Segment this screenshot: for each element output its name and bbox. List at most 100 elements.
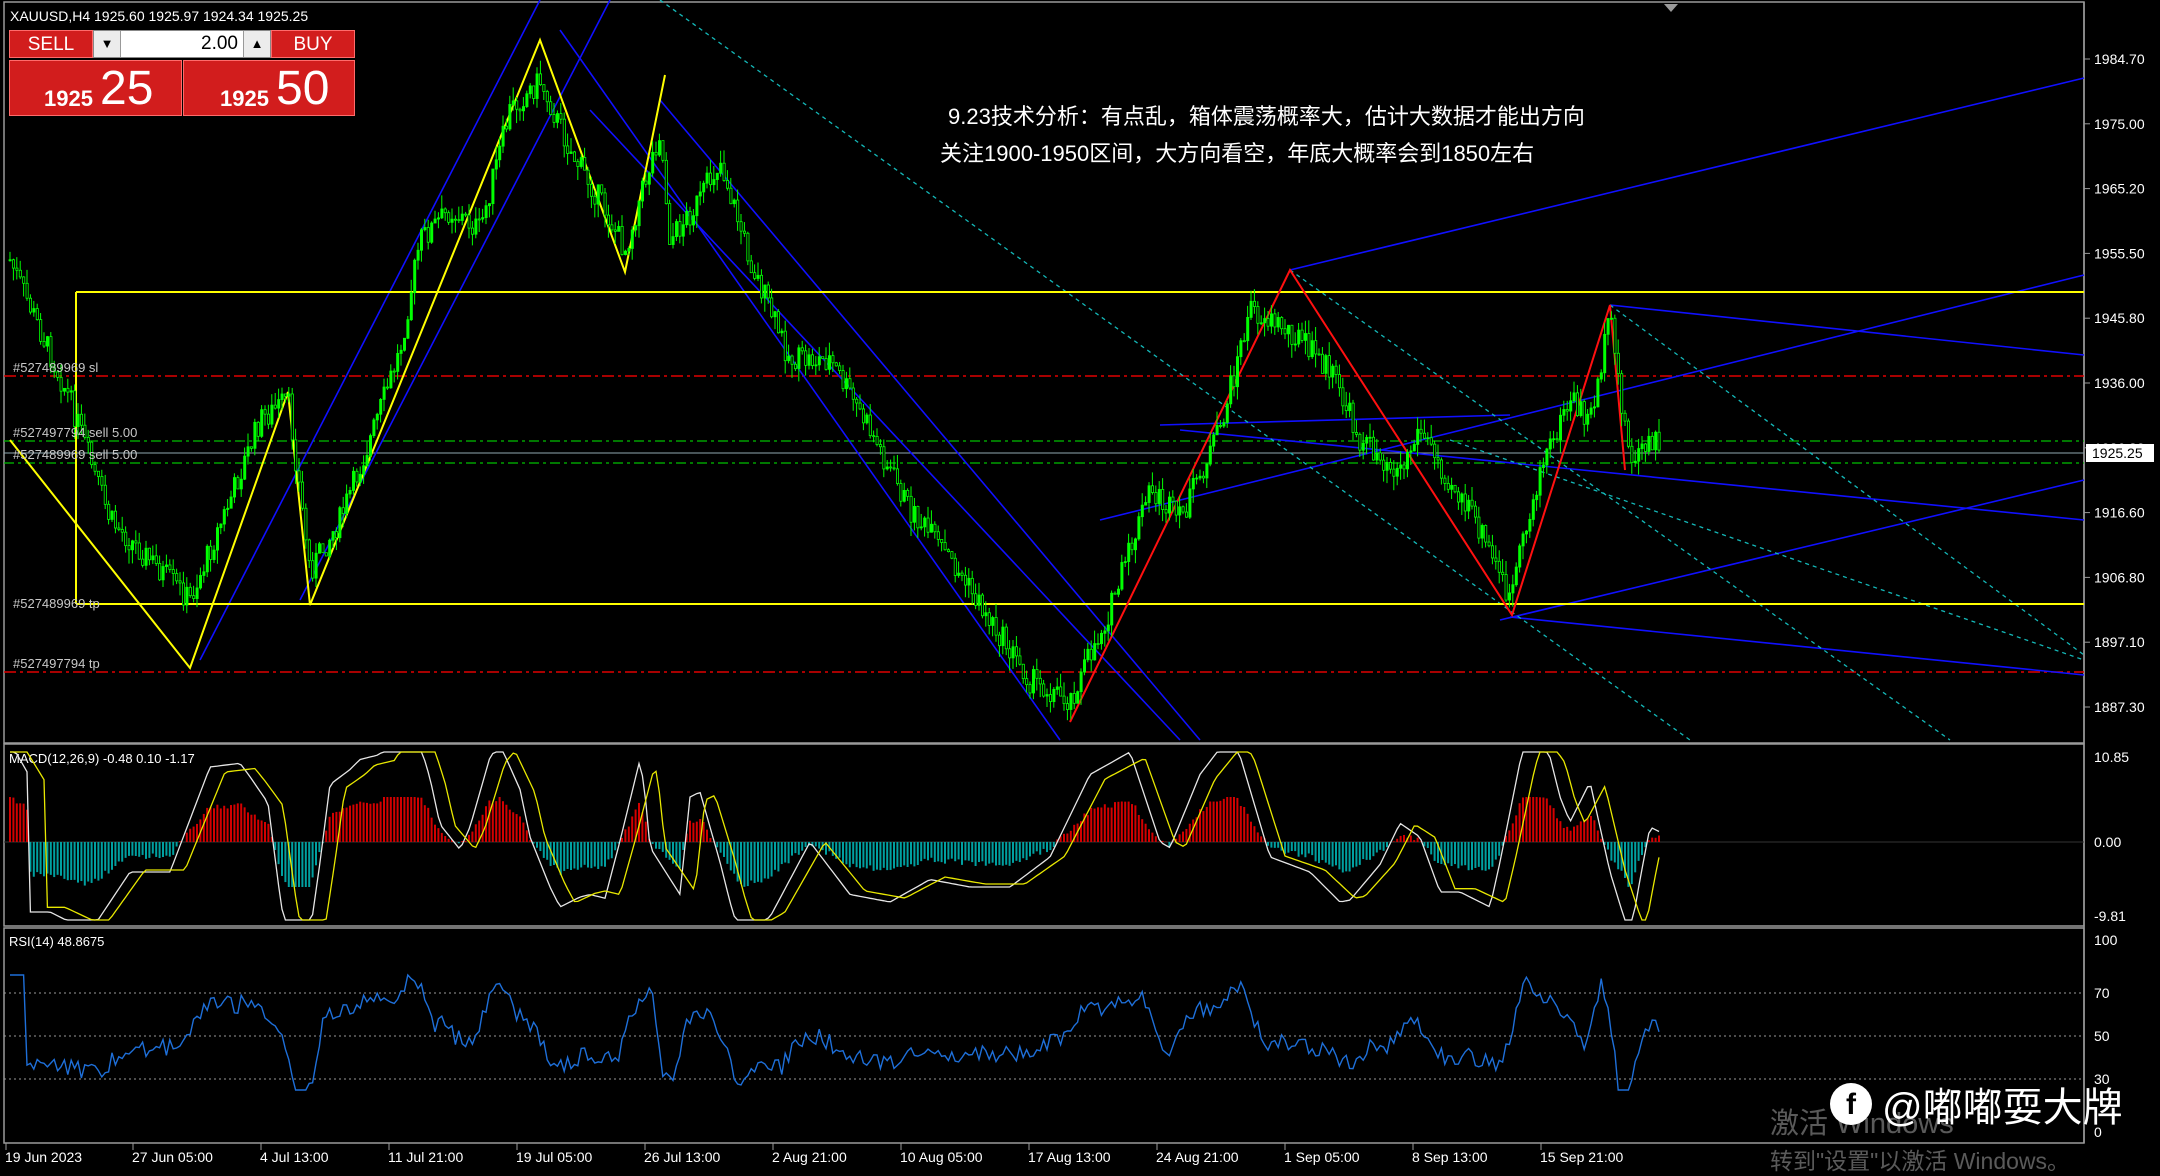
time-tick-label: 4 Jul 13:00 (260, 1149, 329, 1165)
candle-body (916, 506, 920, 529)
candle-body (491, 168, 495, 205)
candle-body (134, 540, 138, 544)
candle-body (1423, 432, 1427, 439)
candle-body (372, 419, 376, 437)
candle-body (1514, 566, 1518, 586)
candle-body (726, 180, 730, 189)
candle-body (647, 172, 651, 185)
lot-increase-icon[interactable]: ▲ (243, 31, 270, 57)
candle-body (1361, 442, 1365, 451)
candle-body (464, 213, 468, 216)
candle-body (1494, 557, 1498, 562)
sell-price-button[interactable]: 1925 25 (9, 60, 182, 116)
candle-body (794, 363, 798, 370)
candle-body (539, 73, 543, 86)
candle-body (80, 413, 84, 426)
candle-body (1324, 355, 1328, 374)
candle-body (39, 319, 43, 342)
candle-body (545, 91, 549, 103)
candle-body (470, 227, 474, 235)
candle-body (1229, 375, 1233, 405)
candle-body (1334, 365, 1338, 375)
candle-body (1263, 318, 1267, 324)
candle-body (607, 214, 611, 226)
candle-body (777, 311, 781, 334)
candle-body (239, 478, 243, 490)
candle-body (63, 387, 67, 392)
time-tick-label: 1 Sep 05:00 (1284, 1149, 1360, 1165)
candle-body (1637, 448, 1641, 462)
time-tick-label: 19 Jul 05:00 (516, 1149, 592, 1165)
lot-size-stepper[interactable]: ▼ 2.00 ▲ (93, 30, 271, 58)
candle-body (154, 555, 158, 564)
chart-canvas[interactable]: #527489969 sl #527497794 sell 5.00 #5274… (0, 0, 2160, 1170)
candle-body (1525, 530, 1529, 535)
candle-body (270, 404, 274, 425)
candle-body (1215, 425, 1219, 436)
candle-body (1419, 428, 1423, 434)
candle-body (688, 210, 692, 226)
candle-body (834, 362, 838, 367)
price-tick-label: 1984.70 (2094, 51, 2145, 67)
time-tick-label: 11 Jul 21:00 (388, 1149, 463, 1165)
candle-body (59, 376, 63, 392)
price-tick-label: 1955.50 (2094, 245, 2145, 261)
price-tick-label: 1965.20 (2094, 181, 2145, 197)
candle-body (1593, 406, 1597, 409)
buy-price-button[interactable]: 1925 50 (183, 60, 355, 116)
sell-button[interactable]: SELL (9, 30, 93, 58)
candle-body (1552, 438, 1556, 441)
candle-body (712, 179, 716, 186)
buy-price-pips: 50 (276, 62, 330, 115)
candle-body (392, 370, 396, 373)
candle-body (1409, 450, 1413, 453)
chart-shift-marker[interactable] (1664, 4, 1678, 12)
candle-body (749, 260, 753, 274)
candle-body (1596, 378, 1600, 408)
candle-body (1576, 392, 1580, 416)
candle-body (413, 259, 417, 294)
candle-body (1491, 545, 1495, 559)
buy-button[interactable]: BUY (271, 30, 355, 58)
candle-body (1297, 329, 1301, 345)
candle-body (416, 249, 420, 261)
candle-body (232, 477, 236, 498)
order-label-sell-1: #527497794 sell 5.00 (13, 425, 137, 440)
facebook-logo-icon: f (1830, 1083, 1872, 1125)
candle-body (1018, 655, 1022, 665)
yellow-zigzag (9, 37, 666, 671)
candle-body (1385, 461, 1389, 471)
candle-body (1368, 436, 1372, 439)
candle-body (753, 272, 757, 279)
candle-body (1555, 438, 1559, 441)
candle-body (1093, 643, 1097, 661)
candle-body (841, 370, 845, 390)
candle-body (1052, 689, 1056, 703)
candle-body (821, 356, 825, 359)
candle-body (719, 162, 723, 174)
candle-body (487, 203, 491, 207)
candle-body (110, 510, 114, 520)
candle-body (1589, 407, 1593, 415)
candle-body (1412, 444, 1416, 452)
candle-body (1178, 506, 1182, 516)
candle-body (1130, 542, 1134, 551)
candle-body (1338, 374, 1342, 389)
candle-body (515, 100, 519, 110)
time-tick-label: 2 Aug 21:00 (772, 1149, 847, 1165)
candle-body (943, 542, 947, 551)
candle-body (535, 73, 539, 99)
candle-body (685, 210, 689, 226)
candle-body (1120, 562, 1124, 590)
candle-body (960, 572, 964, 576)
candle-body (1457, 491, 1461, 503)
candle-body (1072, 692, 1076, 704)
lot-size-input[interactable]: 2.00 (120, 31, 244, 57)
candle-body (1287, 324, 1291, 335)
candle-body (586, 169, 590, 185)
candle-body (22, 276, 26, 284)
candle-body (66, 387, 70, 393)
candle-body (450, 218, 454, 223)
lot-decrease-icon[interactable]: ▼ (94, 31, 121, 57)
candle-body (260, 409, 264, 437)
